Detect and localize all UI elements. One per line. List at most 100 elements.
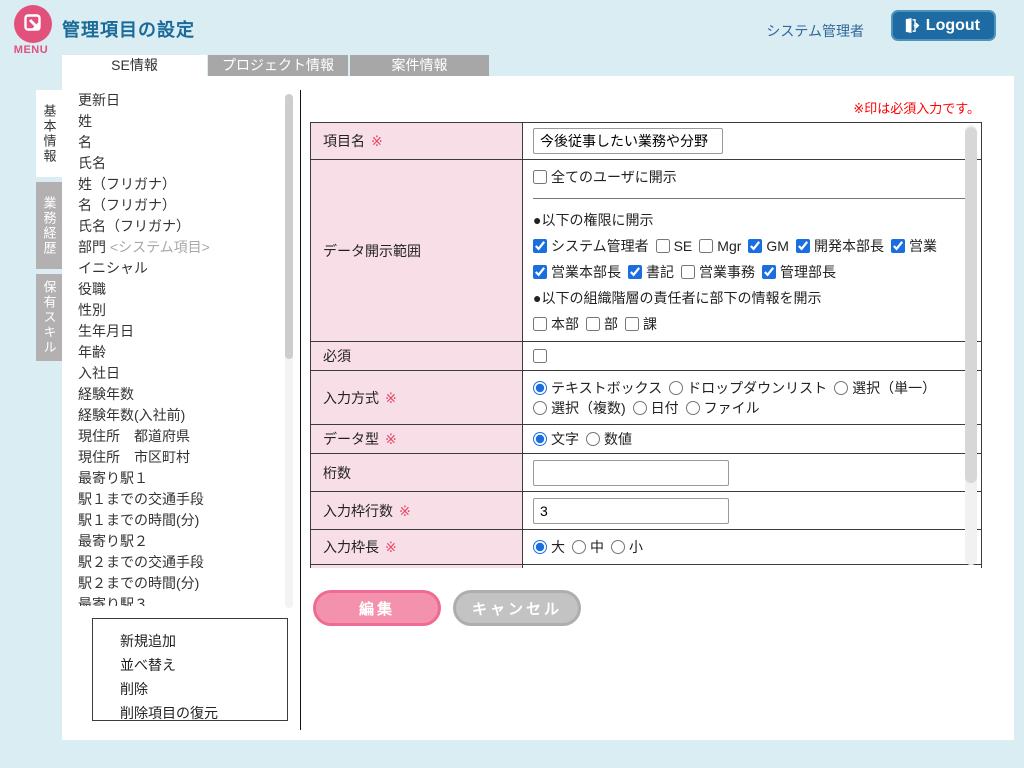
side-tab-work-history[interactable]: 業務経歴 xyxy=(36,182,62,269)
sidebar-item[interactable]: 駅１までの時間(分) xyxy=(78,510,280,531)
permission-checkbox[interactable] xyxy=(628,265,642,279)
all-users-checkbox[interactable] xyxy=(533,170,547,184)
input-method-radio[interactable] xyxy=(533,381,547,395)
sidebar-item[interactable]: 姓 xyxy=(78,111,280,132)
sidebar-item[interactable]: 氏名（フリガナ） xyxy=(78,216,280,237)
sidebar-item[interactable]: 最寄り駅３ xyxy=(78,594,280,606)
sidebar-item[interactable]: 性別 xyxy=(78,300,280,321)
permission-checkbox[interactable] xyxy=(762,265,776,279)
box-length-option[interactable]: 大 xyxy=(533,539,565,555)
box-length-option[interactable]: 中 xyxy=(572,539,604,555)
org-level-checkbox[interactable] xyxy=(625,317,639,331)
sidebar-item[interactable]: イニシャル xyxy=(78,258,280,279)
sidebar-item[interactable]: 入社日 xyxy=(78,363,280,384)
sidebar-item[interactable]: 部門 <システム項目> xyxy=(78,237,280,258)
permission-checkbox[interactable] xyxy=(699,239,713,253)
sidebar-item[interactable]: 名（フリガナ） xyxy=(78,195,280,216)
box-length-radio[interactable] xyxy=(533,540,547,554)
cancel-button[interactable]: キャンセル xyxy=(453,590,581,626)
permission-checkbox[interactable] xyxy=(656,239,670,253)
input-method-option[interactable]: 選択（複数) xyxy=(533,400,626,416)
permission-checkbox[interactable] xyxy=(681,265,695,279)
menu-logo-icon[interactable] xyxy=(14,5,52,43)
permission-option[interactable]: 営業本部長 xyxy=(533,264,621,280)
rows-count-input[interactable] xyxy=(533,498,729,524)
input-method-option[interactable]: テキストボックス xyxy=(533,380,662,396)
sidebar-item-label: 駅２までの時間(分) xyxy=(78,575,199,591)
org-level-option[interactable]: 部 xyxy=(586,316,618,332)
tab-case-info[interactable]: 案件情報 xyxy=(350,55,489,76)
input-method-radio[interactable] xyxy=(533,401,547,415)
org-level-option[interactable]: 本部 xyxy=(533,316,579,332)
tab-project-info[interactable]: プロジェクト情報 xyxy=(208,55,348,76)
action-restore-deleted[interactable]: 削除項目の復元 xyxy=(120,701,287,725)
sidebar-item[interactable]: 現住所 都道府県 xyxy=(78,426,280,447)
input-method-option[interactable]: 日付 xyxy=(633,400,679,416)
sidebar-item[interactable]: 生年月日 xyxy=(78,321,280,342)
permission-option[interactable]: GM xyxy=(748,238,789,254)
sidebar-scrollbar-thumb[interactable] xyxy=(285,94,293,359)
sidebar-item[interactable]: 更新日 xyxy=(78,90,280,111)
edit-button[interactable]: 編集 xyxy=(313,590,441,626)
sidebar-item[interactable]: 経験年数(入社前) xyxy=(78,405,280,426)
input-method-option[interactable]: ファイル xyxy=(686,400,760,416)
sidebar-item[interactable]: 駅１までの交通手段 xyxy=(78,489,280,510)
permission-option[interactable]: 営業事務 xyxy=(681,264,755,280)
permission-checkbox[interactable] xyxy=(748,239,762,253)
sidebar-item[interactable]: 姓（フリガナ） xyxy=(78,174,280,195)
sidebar-item[interactable]: 氏名 xyxy=(78,153,280,174)
permission-option[interactable]: 書記 xyxy=(628,264,674,280)
permission-checkbox[interactable] xyxy=(796,239,810,253)
side-tab-skills[interactable]: 保有スキル xyxy=(36,274,62,361)
data-type-option[interactable]: 数値 xyxy=(586,431,632,447)
permission-checkbox[interactable] xyxy=(533,265,547,279)
digits-input[interactable] xyxy=(533,460,729,486)
data-type-radio[interactable] xyxy=(533,432,547,446)
sidebar-item[interactable]: 駅２までの交通手段 xyxy=(78,552,280,573)
permission-option[interactable]: 営業 xyxy=(891,238,937,254)
input-method-radio[interactable] xyxy=(834,381,848,395)
input-method-option[interactable]: 選択（単一） xyxy=(834,380,936,396)
input-method-option[interactable]: ドロップダウンリスト xyxy=(669,380,827,396)
box-length-option[interactable]: 小 xyxy=(611,539,643,555)
permission-checkbox[interactable] xyxy=(533,239,547,253)
sidebar-item[interactable]: 年齢 xyxy=(78,342,280,363)
org-level-checkbox[interactable] xyxy=(533,317,547,331)
sidebar-item[interactable]: 最寄り駅２ xyxy=(78,531,280,552)
data-type-radio[interactable] xyxy=(586,432,600,446)
permission-option[interactable]: 管理部長 xyxy=(762,264,836,280)
input-method-radio[interactable] xyxy=(686,401,700,415)
sidebar-item[interactable]: 役職 xyxy=(78,279,280,300)
action-add-new[interactable]: 新規追加 xyxy=(120,629,287,653)
permission-option[interactable]: Mgr xyxy=(699,238,741,254)
action-reorder[interactable]: 並べ替え xyxy=(120,653,287,677)
sidebar-item[interactable]: 経験年数 xyxy=(78,384,280,405)
logout-button[interactable]: Logout xyxy=(891,10,996,41)
menu-label[interactable]: MENU xyxy=(0,44,62,56)
sidebar-item[interactable]: 名 xyxy=(78,132,280,153)
permission-option[interactable]: SE xyxy=(656,238,693,254)
required-checkbox[interactable] xyxy=(533,349,547,363)
input-method-radio[interactable] xyxy=(633,401,647,415)
sidebar-item[interactable]: 駅２までの時間(分) xyxy=(78,573,280,594)
permission-option[interactable]: 開発本部長 xyxy=(796,238,884,254)
sidebar-item[interactable]: 最寄り駅１ xyxy=(78,468,280,489)
action-delete[interactable]: 削除 xyxy=(120,677,287,701)
all-users-option[interactable]: 全てのユーザに開示 xyxy=(533,169,677,185)
sidebar-item-label: 名 xyxy=(78,134,92,150)
sidebar-scrollbar[interactable] xyxy=(285,94,293,608)
box-length-radio[interactable] xyxy=(572,540,586,554)
form-scrollbar-thumb[interactable] xyxy=(965,127,977,483)
input-method-radio[interactable] xyxy=(669,381,683,395)
permission-checkbox[interactable] xyxy=(891,239,905,253)
form-scrollbar[interactable] xyxy=(965,125,977,565)
tab-se-info[interactable]: SE情報 xyxy=(62,55,207,76)
org-level-checkbox[interactable] xyxy=(586,317,600,331)
box-length-radio[interactable] xyxy=(611,540,625,554)
permission-option[interactable]: システム管理者 xyxy=(533,238,649,254)
org-level-option[interactable]: 課 xyxy=(625,316,657,332)
sidebar-item[interactable]: 現住所 市区町村 xyxy=(78,447,280,468)
data-type-option[interactable]: 文字 xyxy=(533,431,579,447)
item-name-input[interactable] xyxy=(533,128,723,154)
side-tab-basic-info[interactable]: 基本情報 xyxy=(36,90,62,177)
